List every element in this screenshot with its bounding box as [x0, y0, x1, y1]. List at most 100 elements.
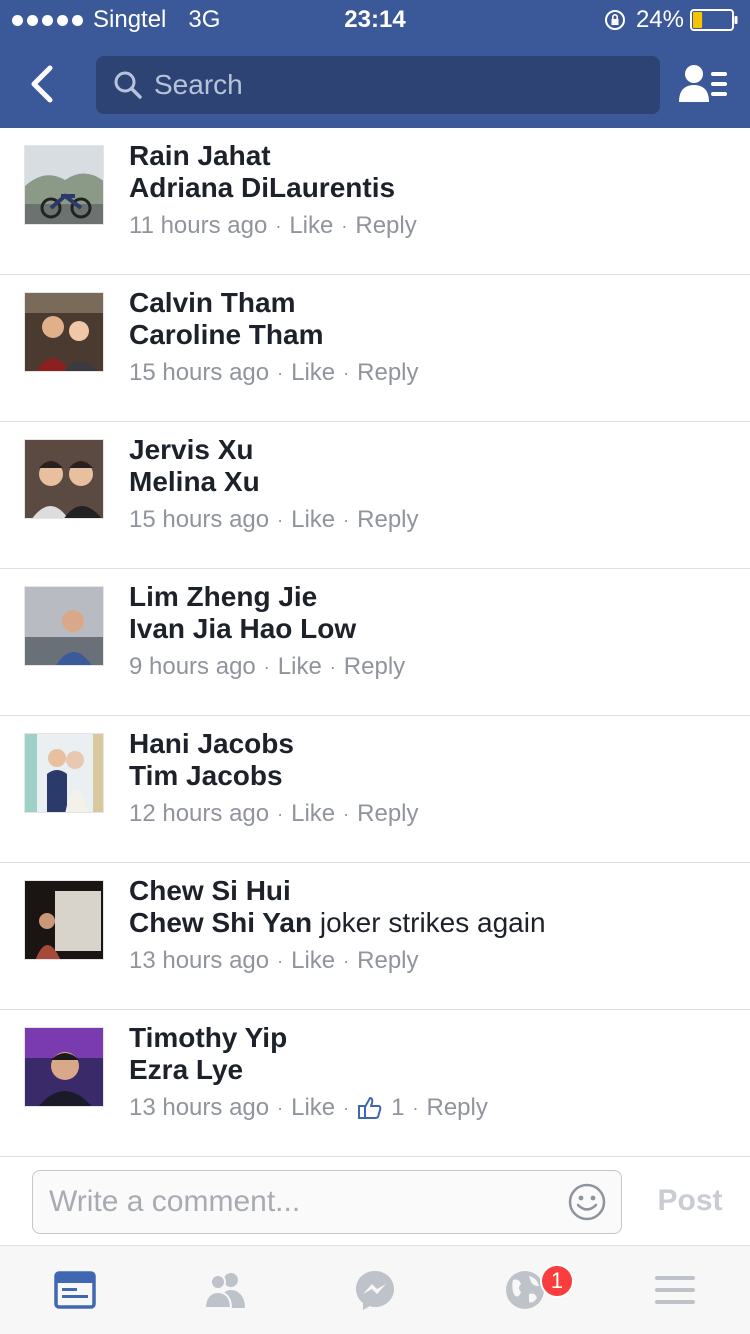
news-feed-icon: [54, 1271, 96, 1309]
avatar-photo: [25, 293, 103, 371]
reply-button[interactable]: Reply: [357, 504, 418, 536]
comment-body: Jervis Xu Melina Xu 15 hours ago · Like …: [129, 434, 730, 536]
avatar-photo: [25, 587, 103, 665]
commenter-name[interactable]: Hani Jacobs: [129, 728, 294, 759]
status-right: 24%: [604, 6, 738, 34]
commenter-name[interactable]: Timothy Yip: [129, 1022, 287, 1053]
search-box[interactable]: [96, 56, 660, 114]
comment-text: joker strikes again: [319, 907, 546, 938]
comment-meta: 12 hours ago · Like · Reply: [129, 798, 730, 830]
mentioned-name[interactable]: Tim Jacobs: [129, 760, 283, 791]
friend-list-icon[interactable]: [678, 62, 728, 106]
mentioned-name[interactable]: Ivan Jia Hao Low: [129, 613, 356, 644]
tab-news-feed[interactable]: [0, 1246, 150, 1334]
comment-item: Rain Jahat Adriana DiLaurentis 11 hours …: [0, 128, 750, 275]
avatar[interactable]: [24, 292, 104, 372]
search-icon: [114, 71, 142, 99]
reply-button[interactable]: Reply: [427, 1092, 488, 1124]
messenger-icon: [356, 1271, 394, 1310]
avatar[interactable]: [24, 586, 104, 666]
avatar-photo: [25, 1028, 103, 1106]
comment-body: Rain Jahat Adriana DiLaurentis 11 hours …: [129, 140, 730, 242]
mentioned-name[interactable]: Caroline Tham: [129, 319, 323, 350]
avatar[interactable]: [24, 145, 104, 225]
commenter-name[interactable]: Rain Jahat: [129, 140, 271, 171]
smiley-icon[interactable]: [567, 1182, 607, 1222]
like-button[interactable]: Like: [291, 945, 335, 977]
reply-button[interactable]: Reply: [357, 798, 418, 830]
reply-button[interactable]: Reply: [357, 945, 418, 977]
like-button[interactable]: Like: [291, 357, 335, 389]
like-button[interactable]: Like: [291, 504, 335, 536]
like-button[interactable]: Like: [289, 210, 333, 242]
comment-meta: 13 hours ago · Like · 1 · Reply: [129, 1092, 730, 1124]
mentioned-name[interactable]: Chew Shi Yan: [129, 907, 312, 938]
comment-meta: 13 hours ago · Like · Reply: [129, 945, 730, 977]
comment-composer: Post: [0, 1156, 750, 1246]
search-input[interactable]: [154, 56, 644, 114]
comment-time: 15 hours ago: [129, 506, 270, 533]
battery-percent: 24%: [635, 6, 684, 33]
comment-body: Calvin Tham Caroline Tham 15 hours ago ·…: [129, 287, 730, 389]
comment-body: Lim Zheng Jie Ivan Jia Hao Low 9 hours a…: [129, 581, 730, 683]
tab-more[interactable]: [600, 1246, 750, 1334]
reply-button[interactable]: Reply: [355, 210, 416, 242]
avatar[interactable]: [24, 880, 104, 960]
comment-meta: 15 hours ago · Like · Reply: [129, 357, 730, 389]
header: Singtel 3G 23:14 24%: [0, 0, 750, 128]
commenter-name[interactable]: Lim Zheng Jie: [129, 581, 317, 612]
comment-time: 9 hours ago: [129, 653, 256, 680]
avatar[interactable]: [24, 1027, 104, 1107]
comment-item: Hani Jacobs Tim Jacobs 12 hours ago · Li…: [0, 716, 750, 863]
reply-button[interactable]: Reply: [357, 357, 418, 389]
comment-item: Chew Si Hui Chew Shi Yan joker strikes a…: [0, 863, 750, 1010]
avatar-photo: [25, 881, 103, 959]
comment-body: Chew Si Hui Chew Shi Yan joker strikes a…: [129, 875, 730, 977]
comment-time: 13 hours ago: [129, 947, 270, 974]
tab-messenger[interactable]: [300, 1246, 450, 1334]
comment-meta: 9 hours ago · Like · Reply: [129, 651, 730, 683]
tab-friends[interactable]: [150, 1246, 300, 1334]
comment-item: Calvin Tham Caroline Tham 15 hours ago ·…: [0, 275, 750, 422]
like-button[interactable]: Like: [291, 1092, 335, 1124]
like-button[interactable]: Like: [291, 798, 335, 830]
avatar-photo: [25, 734, 103, 812]
avatar-photo: [25, 146, 103, 224]
notification-badge: 1: [540, 1264, 574, 1298]
avatar-photo: [25, 440, 103, 518]
commenter-name[interactable]: Chew Si Hui: [129, 875, 291, 906]
tab-bar: 1: [0, 1246, 750, 1334]
avatar[interactable]: [24, 439, 104, 519]
tab-notifications[interactable]: 1: [450, 1246, 600, 1334]
battery-icon: [690, 9, 738, 31]
comment-field[interactable]: [32, 1170, 622, 1234]
comment-list: Rain Jahat Adriana DiLaurentis 11 hours …: [0, 128, 750, 1157]
reply-button[interactable]: Reply: [344, 651, 405, 683]
comment-time: 15 hours ago: [129, 359, 270, 386]
mentioned-name[interactable]: Ezra Lye: [129, 1054, 243, 1085]
chevron-left-icon[interactable]: [20, 60, 68, 108]
menu-icon: [655, 1276, 695, 1304]
mentioned-name[interactable]: Melina Xu: [129, 466, 260, 497]
like-count: 1: [391, 1094, 405, 1121]
comment-time: 11 hours ago: [129, 212, 268, 239]
rotation-lock-icon: [604, 10, 625, 30]
comment-item: Jervis Xu Melina Xu 15 hours ago · Like …: [0, 422, 750, 569]
comment-time: 12 hours ago: [129, 800, 270, 827]
commenter-name[interactable]: Calvin Tham: [129, 287, 295, 318]
comment-meta: 11 hours ago · Like · Reply: [129, 210, 730, 242]
nav-bar: [0, 40, 750, 128]
comment-body: Hani Jacobs Tim Jacobs 12 hours ago · Li…: [129, 728, 730, 830]
avatar[interactable]: [24, 733, 104, 813]
status-bar: Singtel 3G 23:14 24%: [0, 0, 750, 40]
post-button[interactable]: Post: [640, 1157, 740, 1245]
mentioned-name[interactable]: Adriana DiLaurentis: [129, 172, 395, 203]
comment-item: Lim Zheng Jie Ivan Jia Hao Low 9 hours a…: [0, 569, 750, 716]
friends-icon: [203, 1273, 245, 1309]
comment-time: 13 hours ago: [129, 1094, 270, 1121]
commenter-name[interactable]: Jervis Xu: [129, 434, 254, 465]
comment-input[interactable]: [49, 1171, 559, 1233]
comment-item: Timothy Yip Ezra Lye 13 hours ago · Like…: [0, 1010, 750, 1157]
like-button[interactable]: Like: [278, 651, 322, 683]
comment-body: Timothy Yip Ezra Lye 13 hours ago · Like…: [129, 1022, 730, 1124]
